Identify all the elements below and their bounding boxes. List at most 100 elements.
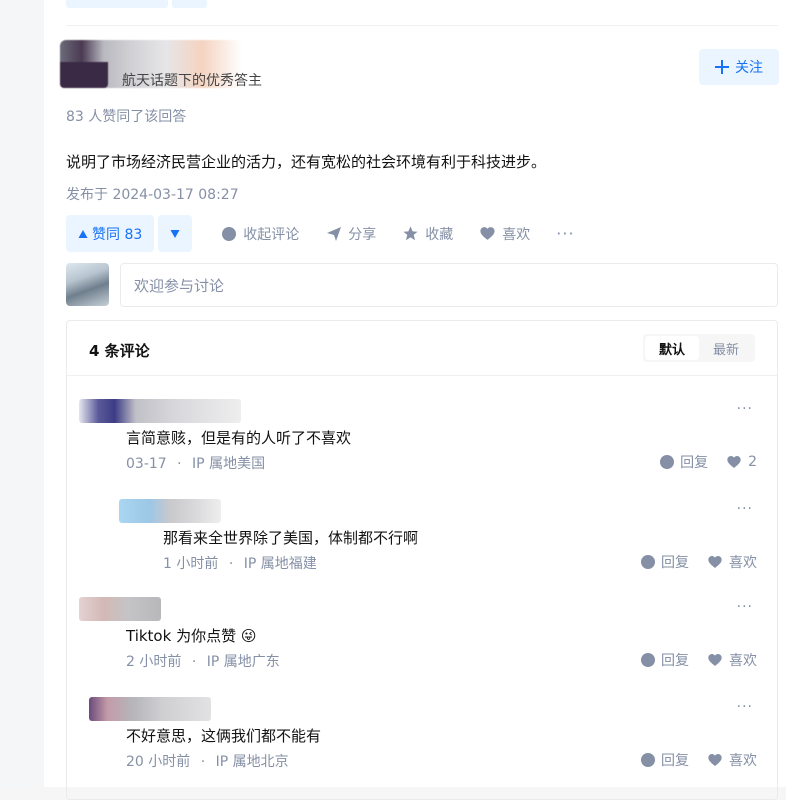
answer-content: 说明了市场经济民营企业的活力，还有宽松的社会环境有利于科技进步。 <box>66 153 547 171</box>
like-button[interactable]: 喜欢 <box>479 224 530 244</box>
comment-item: ··· Tiktok 为你点赞 😜 2 小时前 · IP 属地广东 回复 喜欢 <box>67 591 777 681</box>
comment-bubble-icon <box>641 555 655 569</box>
comment-time: 2 小时前 <box>126 654 182 670</box>
comment-count: 4 条评论 <box>89 342 150 360</box>
prev-action-button-stub[interactable] <box>66 0 168 8</box>
comment-location: IP 属地广东 <box>206 654 280 670</box>
comment-actions: 回复 喜欢 <box>641 750 757 770</box>
sort-switch: 默认 最新 <box>643 334 755 362</box>
commenter-avatar-blurred[interactable] <box>79 399 241 423</box>
comment-location: IP 属地北京 <box>215 754 289 770</box>
comment-actions: 回复 喜欢 <box>641 552 757 572</box>
comment-text: 言简意赅，但是有的人听了不喜欢 <box>126 429 352 447</box>
reply-button[interactable]: 回复 <box>641 552 689 572</box>
comment-item: ··· 不好意思，这俩我们都不能有 20 小时前 · IP 属地北京 回复 喜欢 <box>67 691 777 781</box>
reply-button[interactable]: 回复 <box>641 650 689 670</box>
prev-down-button-stub[interactable] <box>172 0 207 8</box>
comment-meta: 1 小时前 · IP 属地福建 <box>163 553 317 573</box>
comment-item: ··· 言简意赅，但是有的人听了不喜欢 03-17 · IP 属地美国 回复 2 <box>67 393 777 483</box>
comments-panel: 4 条评论 默认 最新 ··· 言简意赅，但是有的人听了不喜欢 03-17 · … <box>66 320 778 800</box>
triangle-down-icon <box>170 229 180 238</box>
emoji: 😜 <box>240 627 257 645</box>
comment-more-icon[interactable]: ··· <box>737 599 753 615</box>
sort-default[interactable]: 默认 <box>645 336 699 360</box>
comment-time: 1 小时前 <box>163 556 219 572</box>
reply-label: 回复 <box>680 455 709 471</box>
downvote-button[interactable] <box>158 215 193 252</box>
meta-separator: · <box>228 556 234 572</box>
comment-bubble-icon <box>660 455 675 469</box>
comment-text-body: Tiktok 为你点赞 <box>126 627 237 645</box>
reply-label: 回复 <box>661 555 689 571</box>
heart-icon <box>708 754 722 766</box>
reply-button[interactable]: 回复 <box>660 452 708 472</box>
comment-bubble-icon <box>641 653 655 667</box>
comment-input[interactable]: 欢迎参与讨论 <box>120 263 778 307</box>
comment-bubble-icon <box>641 753 655 767</box>
like-label: 喜欢 <box>729 555 757 571</box>
like-button[interactable]: 喜欢 <box>707 650 757 670</box>
upvote-button[interactable]: 赞同 83 <box>66 215 155 252</box>
comment-actions: 回复 喜欢 <box>641 650 757 670</box>
comment-location: IP 属地福建 <box>243 556 317 572</box>
comment-actions: 回复 2 <box>660 452 757 472</box>
like-button[interactable]: 喜欢 <box>707 552 757 572</box>
comment-text: Tiktok 为你点赞 😜 <box>126 625 257 646</box>
share-icon <box>325 225 342 242</box>
comment-more-icon[interactable]: ··· <box>737 501 753 517</box>
like-button[interactable]: 喜欢 <box>707 750 757 770</box>
comment-more-icon[interactable]: ··· <box>737 699 753 715</box>
sort-latest[interactable]: 最新 <box>699 336 753 360</box>
comment-time: 20 小时前 <box>126 754 191 770</box>
current-user-avatar <box>66 263 109 306</box>
follow-label: 关注 <box>735 60 763 76</box>
like-label: 喜欢 <box>729 653 757 669</box>
comment-meta: 20 小时前 · IP 属地北京 <box>126 751 289 771</box>
favorite-label: 收藏 <box>425 226 454 243</box>
divider <box>66 25 778 26</box>
share-label: 分享 <box>348 226 377 243</box>
comment-meta: 03-17 · IP 属地美国 <box>126 453 265 473</box>
favorite-button[interactable]: 收藏 <box>402 224 453 244</box>
commenter-avatar-blurred[interactable] <box>119 499 221 523</box>
comment-text: 那看来全世界除了美国，体制都不行啊 <box>163 529 419 547</box>
comment-location: IP 属地美国 <box>192 456 266 472</box>
triangle-up-icon <box>78 229 88 238</box>
star-icon <box>402 225 419 242</box>
share-button[interactable]: 分享 <box>325 224 376 244</box>
reply-label: 回复 <box>661 653 689 669</box>
meta-separator: · <box>177 456 182 472</box>
left-gutter <box>0 0 44 787</box>
plus-icon <box>715 60 729 74</box>
commenter-avatar-blurred[interactable] <box>89 697 211 721</box>
more-icon[interactable]: ··· <box>556 224 574 243</box>
comments-header: 4 条评论 默认 最新 <box>67 321 777 376</box>
author-badge: 航天话题下的优秀答主 <box>122 73 262 89</box>
comment-bubble-icon <box>220 225 237 242</box>
meta-separator: · <box>200 754 206 770</box>
heart-icon <box>727 456 741 468</box>
like-label: 喜欢 <box>502 226 531 243</box>
action-bar: 赞同 83 收起评论 分享 收藏 喜欢 ··· <box>66 215 575 252</box>
like-label: 喜欢 <box>729 753 757 769</box>
comment-input-placeholder: 欢迎参与讨论 <box>134 276 225 295</box>
publish-time[interactable]: 发布于 2024-03-17 08:27 <box>66 184 239 204</box>
vote-summary[interactable]: 83 人赞同了该回答 <box>66 106 186 126</box>
collapse-comments-button[interactable]: 收起评论 <box>220 224 299 244</box>
comment-meta: 2 小时前 · IP 属地广东 <box>126 651 280 671</box>
like-button[interactable]: 2 <box>726 454 757 470</box>
like-count: 2 <box>748 454 757 470</box>
upvote-label: 赞同 83 <box>92 226 143 243</box>
heart-icon <box>708 556 722 568</box>
heart-icon <box>479 225 496 242</box>
comment-time: 03-17 <box>126 456 167 472</box>
reply-item: ··· 那看来全世界除了美国，体制都不行啊 1 小时前 · IP 属地福建 回复… <box>67 493 777 583</box>
meta-separator: · <box>191 654 197 670</box>
follow-button[interactable]: 关注 <box>699 49 779 85</box>
commenter-avatar-blurred[interactable] <box>79 597 161 621</box>
heart-icon <box>708 654 722 666</box>
collapse-comments-label: 收起评论 <box>243 226 300 243</box>
reply-label: 回复 <box>661 753 689 769</box>
comment-more-icon[interactable]: ··· <box>737 401 753 417</box>
reply-button[interactable]: 回复 <box>641 750 689 770</box>
